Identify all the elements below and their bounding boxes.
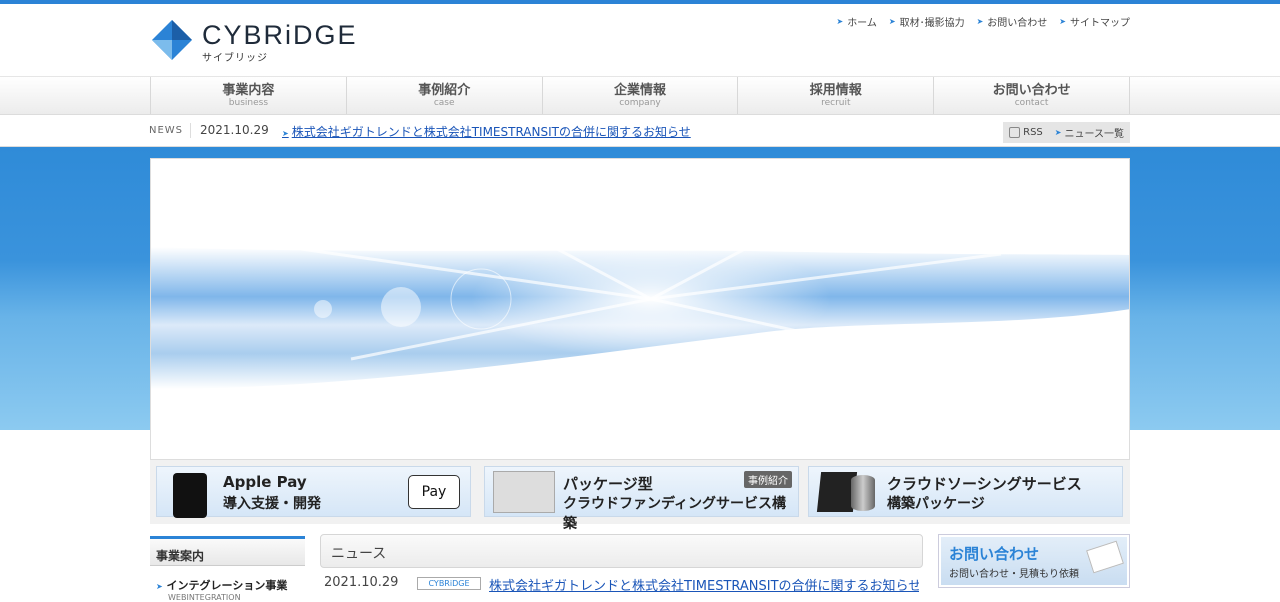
nav-company[interactable]: 企業情報 company (541, 77, 738, 115)
banner-crowdsourcing[interactable]: クラウドソーシングサービス 構築パッケージ (808, 466, 1123, 517)
logo-subtext: サイブリッジ (202, 53, 268, 64)
logo-text: CYBRiDGE (202, 20, 358, 50)
nav-case[interactable]: 事例紹介 case (345, 77, 542, 115)
phone-icon (173, 473, 207, 518)
banner-crowdfunding[interactable]: パッケージ型 クラウドファンディングサービス構築 事例紹介 (484, 466, 799, 532)
arrow-icon: ➤ (282, 129, 289, 138)
rss-icon (1009, 127, 1021, 138)
global-nav: 事業内容 business 事例紹介 case 企業情報 company 採用情報 re… (0, 76, 1280, 115)
arrow-icon: ➤ (836, 17, 844, 26)
arrow-icon: ➤ (1059, 17, 1066, 26)
feature-banners: Apple Pay 導入支援・開発 Pay パッケージ型 クラウドファンディング… (150, 460, 1130, 532)
sidebar-item-integration[interactable]: ➤ インテグレーション事業 WEBINTEGRATION (150, 566, 305, 602)
database-icon (851, 475, 875, 511)
news-date: 2021.10.29 (200, 123, 269, 137)
sidebar: 事業案内 ➤ インテグレーション事業 WEBINTEGRATION (150, 536, 305, 602)
util-link-contact[interactable]: ➤ お問い合わせ (977, 14, 1048, 29)
news-section-heading: ニュース (320, 534, 923, 568)
case-tag: 事例紹介 (744, 471, 792, 488)
news-item-date: 2021.10.29 (324, 575, 399, 590)
apple-pay-badge: Pay (408, 475, 460, 509)
news-ticker: NEWS 2021.10.29 ➤ 株式会社ギガトレンドと株式会社TIMESTRA… (0, 114, 1280, 147)
site-header: CYBRiDGE サイブリッジ ➤ ホーム ➤ 取材･撮影協力 ➤ お問い合わせ ➤ サ… (0, 4, 1280, 76)
nav-recruit[interactable]: 採用情報 recruit (737, 77, 933, 115)
news-list-button[interactable]: ➤ ニュース一覧 (1048, 122, 1130, 143)
banner-apple-pay[interactable]: Apple Pay 導入支援・開発 Pay (156, 466, 471, 518)
envelope-icon (1086, 540, 1124, 574)
divider (190, 123, 191, 138)
arrow-icon: ➤ (1054, 128, 1062, 137)
util-link-press[interactable]: ➤ 取材･撮影協力 (889, 14, 965, 29)
nav-contact[interactable]: お問い合わせ contact (933, 77, 1130, 115)
arrow-icon: ➤ (976, 17, 984, 26)
arrow-icon: ➤ (156, 582, 163, 591)
util-link-home[interactable]: ➤ ホーム (836, 14, 876, 29)
news-item-tag: CYBRiDGE (417, 577, 481, 590)
sidebar-heading: 事業案内 (150, 539, 305, 566)
screenshot-thumbnails (493, 471, 555, 513)
logo-mark-icon (152, 20, 192, 60)
contact-banner[interactable]: お問い合わせ お問い合わせ・見積もり依頼 (938, 534, 1130, 588)
hero-image (150, 158, 1130, 460)
nav-business[interactable]: 事業内容 business (150, 77, 346, 115)
utility-nav: ➤ ホーム ➤ 取材･撮影協力 ➤ お問い合わせ ➤ サイトマップ (836, 14, 1130, 29)
news-item-link[interactable]: 株式会社ギガトレンドと株式会社TIMESTRANSITの合併に関するお知らせ (489, 575, 919, 594)
hero-light-graphic (151, 217, 1129, 389)
site-logo[interactable]: CYBRiDGE サイブリッジ (150, 18, 356, 66)
arrow-icon: ➤ (888, 17, 896, 26)
news-headline-link[interactable]: ➤ 株式会社ギガトレンドと株式会社TIMESTRANSITの合併に関するお知らせ (282, 123, 691, 140)
util-link-sitemap[interactable]: ➤ サイトマップ (1059, 14, 1130, 29)
rss-button[interactable]: RSS (1003, 122, 1049, 143)
news-label: NEWS (149, 125, 184, 136)
